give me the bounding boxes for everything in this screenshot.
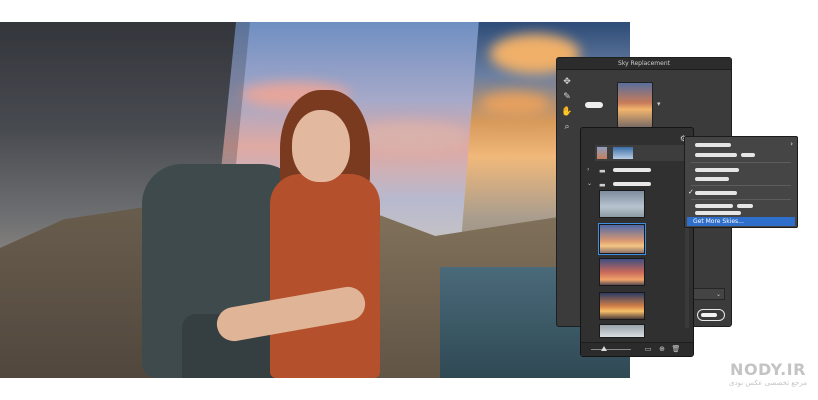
hiker-woman <box>120 82 380 378</box>
sky-label <box>585 102 603 108</box>
sky-preset-thumbnail[interactable] <box>599 292 645 320</box>
recent-sky-thumb[interactable] <box>597 147 607 159</box>
chevron-right-icon[interactable]: › <box>587 166 589 173</box>
get-more-skies-item[interactable]: Get More Skies... <box>687 217 795 226</box>
sky-preset-thumbnail-selected[interactable] <box>598 223 646 255</box>
menu-item[interactable] <box>685 173 797 184</box>
sky-preset-panel: ⚙ › ▬ ⌄ ▬ ▭ ⊕ 🗑 <box>580 127 694 357</box>
chevron-down-icon[interactable]: ▾ <box>657 98 669 110</box>
watermark-logo-text: NODY.IR <box>730 360 806 379</box>
preset-group-row[interactable]: › ▬ <box>587 164 687 176</box>
sky-replacement-photo <box>0 22 630 378</box>
dialog-title: Sky Replacement <box>557 58 731 70</box>
new-group-icon[interactable]: ▭ <box>643 345 653 353</box>
menu-item[interactable] <box>685 149 797 160</box>
recent-skies-row[interactable] <box>595 145 687 161</box>
new-sky-icon[interactable]: ⊕ <box>657 345 667 353</box>
menu-divider <box>691 162 791 163</box>
checkmark-icon: ✓ <box>688 188 694 196</box>
trash-icon[interactable]: 🗑 <box>671 345 681 353</box>
sky-context-menu: › ✓ Get More Skies... <box>684 136 798 228</box>
menu-item-checked[interactable]: ✓ <box>685 187 797 198</box>
zoom-tool-icon[interactable]: ⌕ <box>561 121 573 133</box>
sky-brush-icon[interactable]: ✎ <box>561 91 573 103</box>
slider-handle[interactable] <box>601 346 607 351</box>
sky-preset-thumbnail[interactable] <box>599 324 645 338</box>
selected-sky-thumbnail[interactable] <box>617 82 653 128</box>
menu-shortcut <box>741 153 755 157</box>
menu-item-label <box>695 143 731 147</box>
sky-preset-thumbnail[interactable] <box>599 258 645 286</box>
menu-item-label <box>695 211 741 215</box>
screenshot-stage: Sky Replacement ✥ ✎ ✋ ⌕ ▾ ⌄ ⚙ › ▬ ⌄ ▬ <box>0 0 818 400</box>
preset-group-row[interactable]: ⌄ ▬ <box>587 178 687 190</box>
ok-button[interactable] <box>697 309 725 321</box>
watermark-tagline: مرجع تخصصی عکس نودی <box>729 379 807 387</box>
folder-icon: ▬ <box>599 167 606 175</box>
menu-item-label <box>695 168 739 172</box>
panel-footer: ▭ ⊕ 🗑 <box>581 342 693 356</box>
group-name-placeholder <box>613 168 651 172</box>
move-tool-icon[interactable]: ✥ <box>561 76 573 88</box>
hand-tool-icon[interactable]: ✋ <box>561 106 573 118</box>
menu-item-label <box>695 153 737 157</box>
recent-sky-thumb[interactable] <box>613 147 633 159</box>
group-name-placeholder <box>613 182 651 186</box>
orange-sweater <box>270 174 380 378</box>
sky-preset-thumbnail[interactable] <box>599 190 645 218</box>
menu-item-label <box>695 177 729 181</box>
menu-item-label <box>695 191 737 195</box>
golden-cloud <box>480 92 550 116</box>
thumbnail-size-slider[interactable] <box>591 349 631 350</box>
site-watermark: NODY.IR مرجع تخصصی عکس نودی <box>728 362 808 392</box>
menu-divider <box>691 185 791 186</box>
chevron-down-icon[interactable]: ⌄ <box>587 180 592 187</box>
face <box>292 110 350 182</box>
tool-strip: ✥ ✎ ✋ ⌕ <box>561 76 575 136</box>
